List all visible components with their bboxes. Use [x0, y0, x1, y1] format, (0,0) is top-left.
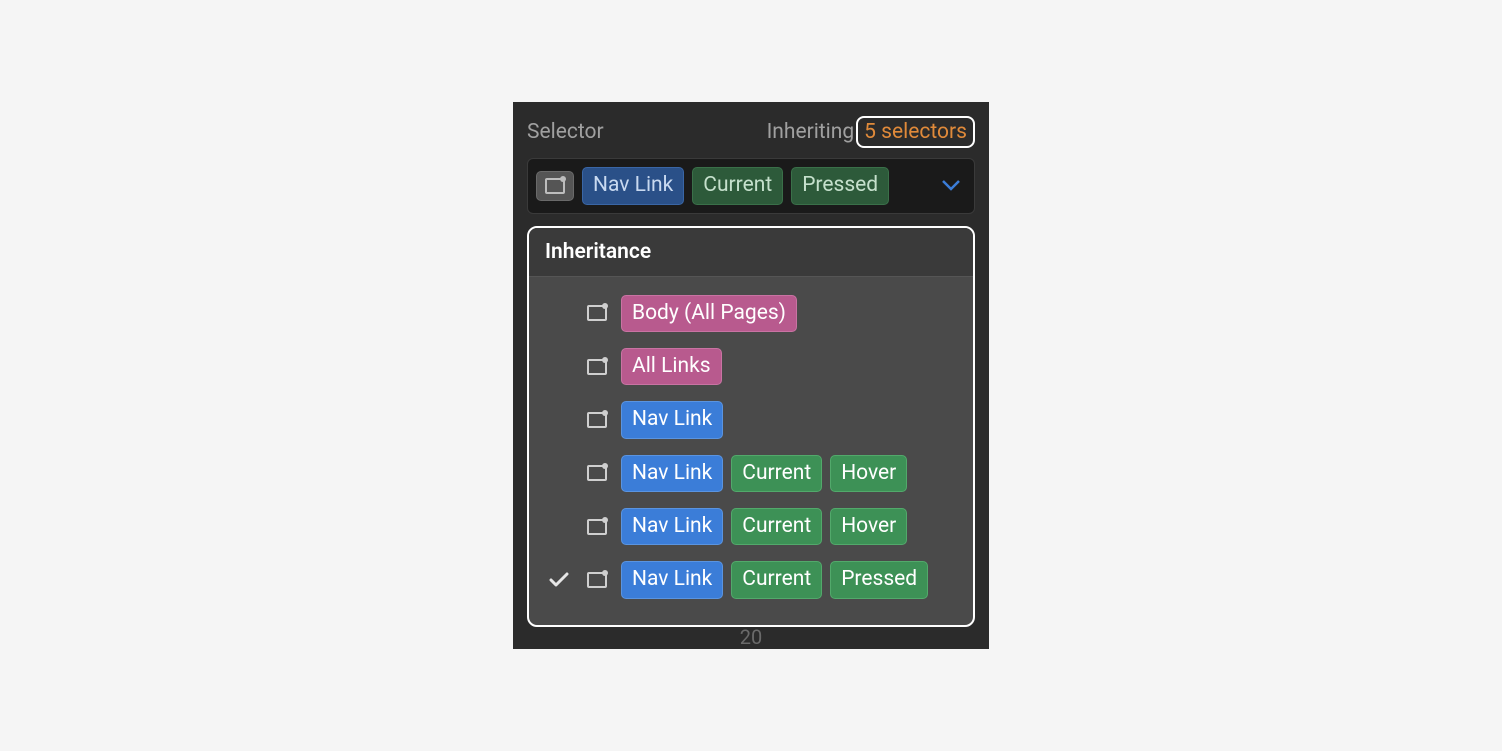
inheritance-row-tags: Nav LinkCurrentHover [621, 455, 907, 492]
element-icon [545, 178, 565, 194]
selector-tag[interactable]: Body (All Pages) [621, 295, 797, 332]
selector-header-row: Selector Inheriting 5 selectors [527, 116, 975, 148]
selector-tag[interactable]: Nav Link [621, 455, 723, 492]
inheritance-row-tags: Nav LinkCurrentHover [621, 508, 907, 545]
style-panel: Selector Inheriting 5 selectors Nav Link… [513, 102, 989, 648]
inheritance-row[interactable]: Nav LinkCurrentHover [541, 500, 961, 553]
inheritance-row-tags: Nav LinkCurrentPressed [621, 561, 928, 598]
inheritance-row[interactable]: Nav LinkCurrentPressed [541, 553, 961, 606]
element-icon [583, 412, 611, 428]
inheriting-count-badge: 5 selectors [856, 116, 975, 148]
inheritance-popover: Inheritance Body (All Pages) All Links Nav… [527, 226, 975, 627]
element-icon [583, 359, 611, 375]
inheritance-row-tags: All Links [621, 348, 722, 385]
selector-tag[interactable]: All Links [621, 348, 722, 385]
selector-tag[interactable]: Nav Link [621, 508, 723, 545]
selector-tag[interactable]: Pressed [830, 561, 928, 598]
element-icon [583, 465, 611, 481]
element-icon [583, 305, 611, 321]
element-icon [583, 519, 611, 535]
selector-tag[interactable]: Nav Link [621, 561, 723, 598]
selector-tag[interactable]: Hover [830, 508, 907, 545]
selector-tag[interactable]: Nav Link [582, 167, 684, 204]
selector-tag[interactable]: Pressed [791, 167, 889, 204]
inheritance-row[interactable]: Nav LinkCurrentHover [541, 447, 961, 500]
selector-tag[interactable]: Nav Link [621, 401, 723, 438]
element-type-icon[interactable] [536, 171, 574, 201]
element-icon [583, 572, 611, 588]
footer-number: 20 [527, 623, 975, 649]
inheriting-indicator[interactable]: Inheriting 5 selectors [767, 116, 975, 148]
selector-dropdown-icon[interactable] [942, 177, 960, 196]
inheritance-list: Body (All Pages)All LinksNav LinkNav Lin… [529, 277, 973, 625]
selector-field[interactable]: Nav Link Current Pressed [527, 158, 975, 213]
active-check-icon [545, 572, 573, 588]
inheriting-label: Inheriting [767, 120, 855, 144]
inheritance-row[interactable]: Nav Link [541, 393, 961, 446]
selector-heading: Selector [527, 120, 604, 144]
inheritance-row-tags: Nav Link [621, 401, 723, 438]
selector-tag[interactable]: Hover [830, 455, 907, 492]
selector-tag[interactable]: Current [731, 455, 822, 492]
inheritance-row-tags: Body (All Pages) [621, 295, 797, 332]
selector-tag[interactable]: Current [731, 508, 822, 545]
inheritance-row[interactable]: All Links [541, 340, 961, 393]
inheritance-row[interactable]: Body (All Pages) [541, 287, 961, 340]
inheritance-popover-title: Inheritance [529, 228, 973, 277]
selector-tag[interactable]: Current [692, 167, 783, 204]
selector-tag[interactable]: Current [731, 561, 822, 598]
